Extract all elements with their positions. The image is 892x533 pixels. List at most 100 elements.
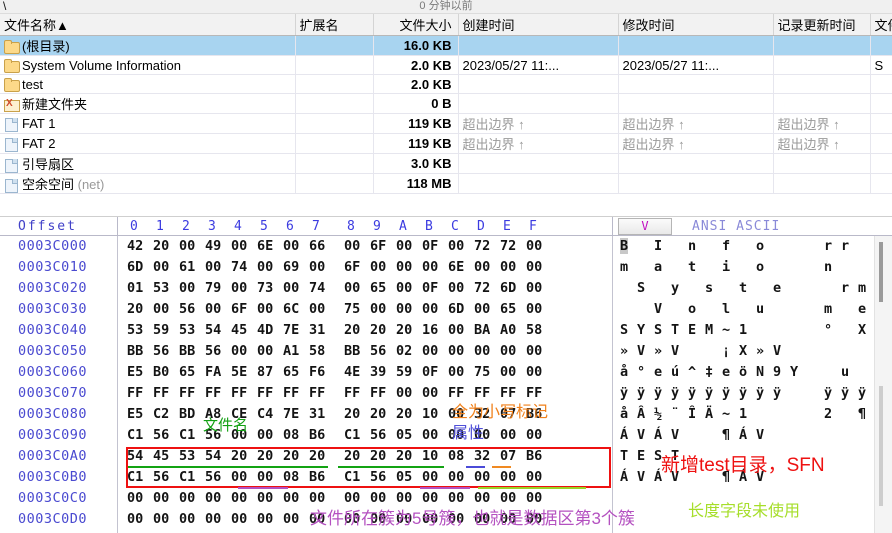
hex-byte[interactable]: A8: [205, 406, 221, 422]
ascii-char[interactable]: Á: [654, 469, 662, 485]
hex-byte[interactable]: 02: [396, 343, 412, 359]
ascii-char[interactable]: ‡: [705, 364, 713, 380]
ascii-char[interactable]: S: [620, 322, 628, 338]
hex-byte[interactable]: 00: [448, 490, 464, 506]
hex-byte[interactable]: 87: [257, 364, 273, 380]
hex-byte[interactable]: 00: [344, 490, 360, 506]
hex-byte[interactable]: 53: [153, 280, 169, 296]
hex-byte[interactable]: 45: [231, 322, 247, 338]
hex-byte[interactable]: 72: [474, 238, 490, 254]
hex-byte[interactable]: C1: [179, 469, 195, 485]
hex-byte[interactable]: 56: [153, 343, 169, 359]
file-name-cell[interactable]: (根目录): [0, 35, 296, 56]
ascii-char[interactable]: V: [671, 343, 679, 359]
file-name-cell[interactable]: 新建文件夹: [0, 93, 296, 114]
hex-byte[interactable]: 00: [257, 469, 273, 485]
hex-byte[interactable]: 00: [422, 469, 438, 485]
hex-byte[interactable]: F6: [309, 364, 325, 380]
hex-row[interactable]: 0003C090 C1 56 C1 56 00 00 08 B6 C1 56 05 00 00 00 00 00…: [0, 425, 892, 446]
hex-byte[interactable]: 08: [283, 427, 299, 443]
ascii-char[interactable]: Y: [637, 322, 645, 338]
ascii-char[interactable]: Á: [620, 469, 628, 485]
hex-byte[interactable]: BB: [179, 343, 195, 359]
hex-byte[interactable]: 16: [422, 322, 438, 338]
column-header-file-attr[interactable]: 文件: [870, 14, 892, 36]
hex-byte[interactable]: 00: [422, 511, 438, 527]
hex-byte[interactable]: 00: [231, 427, 247, 443]
hex-byte[interactable]: 20: [370, 406, 386, 422]
hex-byte[interactable]: 00: [153, 259, 169, 275]
hex-byte[interactable]: 58: [309, 343, 325, 359]
ascii-char[interactable]: ÿ: [688, 385, 696, 401]
ascii-char[interactable]: V: [756, 469, 764, 485]
hex-byte[interactable]: 00: [526, 364, 542, 380]
hex-byte[interactable]: 00: [448, 343, 464, 359]
hex-byte[interactable]: 79: [205, 280, 221, 296]
hex-byte[interactable]: 00: [283, 490, 299, 506]
hex-byte[interactable]: 00: [500, 259, 516, 275]
ascii-char[interactable]: X: [739, 343, 747, 359]
hex-byte[interactable]: 49: [205, 238, 221, 254]
hex-byte[interactable]: 61: [179, 259, 195, 275]
hex-byte[interactable]: 00: [179, 280, 195, 296]
hex-byte[interactable]: 00: [257, 490, 273, 506]
hex-byte[interactable]: 00: [526, 238, 542, 254]
hex-byte[interactable]: 00: [396, 490, 412, 506]
ascii-char[interactable]: V: [637, 427, 645, 443]
hex-byte[interactable]: 00: [526, 280, 542, 296]
hex-byte[interactable]: 07: [500, 448, 516, 464]
ascii-char[interactable]: ¨: [671, 406, 679, 422]
hex-byte[interactable]: 08: [283, 469, 299, 485]
hex-byte[interactable]: 00: [309, 490, 325, 506]
ascii-char[interactable]: ½: [654, 406, 662, 422]
hex-byte[interactable]: 00: [500, 364, 516, 380]
hex-byte[interactable]: 00: [153, 301, 169, 317]
hex-byte[interactable]: 08: [448, 448, 464, 464]
table-row[interactable]: FAT 1 119 KB 超出边界 ↑ 超出边界 ↑ 超出边界 ↑: [0, 113, 892, 134]
hex-byte[interactable]: BB: [344, 343, 360, 359]
hex-row[interactable]: 0003C0D0 00 00 00 00 00 00 00 00 00 00 00 00 00 00 00 00: [0, 509, 892, 530]
hex-byte[interactable]: 31: [309, 322, 325, 338]
hex-byte[interactable]: 00: [179, 490, 195, 506]
hex-byte[interactable]: 45: [153, 448, 169, 464]
view-toggle-button[interactable]: V: [618, 218, 672, 235]
hex-byte[interactable]: 00: [231, 238, 247, 254]
hex-byte[interactable]: 00: [500, 343, 516, 359]
ascii-char[interactable]: t: [688, 259, 696, 275]
hex-byte[interactable]: 00: [526, 343, 542, 359]
hex-byte[interactable]: 00: [474, 469, 490, 485]
hex-byte[interactable]: 75: [474, 364, 490, 380]
hex-byte[interactable]: FF: [257, 385, 273, 401]
file-name-cell[interactable]: FAT 1: [0, 113, 296, 134]
ascii-char[interactable]: m: [858, 280, 866, 296]
hex-byte[interactable]: 66: [309, 238, 325, 254]
ascii-char[interactable]: f: [722, 238, 730, 254]
ascii-char[interactable]: Â: [637, 406, 645, 422]
table-row[interactable]: (根目录) 16.0 KB: [0, 35, 892, 56]
hex-byte[interactable]: 73: [257, 280, 273, 296]
hex-row[interactable]: 0003C060 E5 B0 65 FA 5E 87 65 F6 4E 39 59 0F 00 75 00 00…: [0, 362, 892, 383]
hex-byte[interactable]: 00: [422, 427, 438, 443]
column-header-record-updated[interactable]: 记录更新时间: [773, 14, 871, 36]
ascii-char[interactable]: o: [688, 301, 696, 317]
ascii-char[interactable]: ÿ: [773, 385, 781, 401]
ascii-char[interactable]: T: [671, 322, 679, 338]
scrollbar-thumb-lower[interactable]: [879, 386, 883, 506]
column-header-filename[interactable]: 文件名称▲: [0, 14, 296, 36]
hex-byte[interactable]: 00: [257, 427, 273, 443]
hex-byte[interactable]: 00: [474, 343, 490, 359]
hex-byte[interactable]: 00: [526, 469, 542, 485]
hex-byte[interactable]: 69: [283, 259, 299, 275]
hex-byte[interactable]: 20: [370, 322, 386, 338]
ascii-char[interactable]: S: [654, 448, 662, 464]
hex-byte[interactable]: 53: [179, 448, 195, 464]
hex-byte[interactable]: 00: [205, 511, 221, 527]
hex-byte[interactable]: 6D: [127, 259, 143, 275]
ascii-char[interactable]: r: [824, 238, 832, 254]
ascii-char[interactable]: S: [654, 322, 662, 338]
ascii-char[interactable]: »: [654, 343, 662, 359]
table-row[interactable]: 空余空间 (net) 118 MB: [0, 173, 892, 194]
hex-byte[interactable]: 10: [422, 406, 438, 422]
hex-byte[interactable]: 74: [231, 259, 247, 275]
ascii-char[interactable]: S: [637, 280, 645, 296]
